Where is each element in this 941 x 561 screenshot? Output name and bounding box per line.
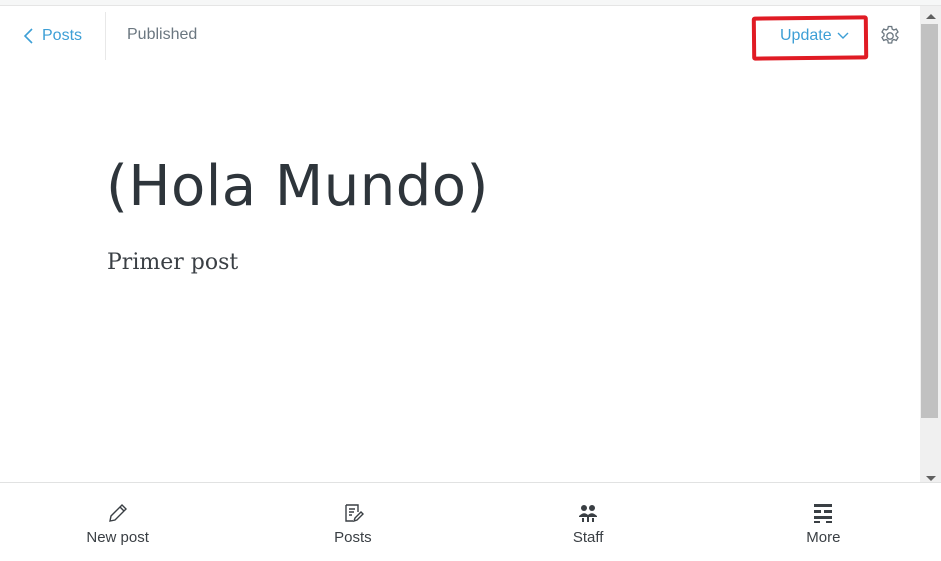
nav-more[interactable]: More	[706, 483, 941, 561]
nav-new-post[interactable]: New post	[0, 483, 235, 561]
post-title[interactable]: (Hola Mundo)	[106, 149, 489, 225]
more-icon	[814, 504, 833, 523]
posts-icon	[345, 504, 364, 523]
post-status: Published	[127, 26, 198, 43]
update-button[interactable]: Update	[780, 24, 849, 48]
post-content[interactable]: Primer post	[107, 250, 238, 275]
nav-more-label: More	[806, 529, 841, 546]
bottom-navigation: New post Posts Staff More	[0, 482, 941, 561]
nav-staff-label: Staff	[572, 529, 604, 546]
pencil-icon	[108, 504, 127, 522]
editor-toolbar: Posts Published Update	[0, 6, 920, 66]
update-button-label: Update	[780, 27, 832, 44]
back-to-posts-link[interactable]: Posts	[22, 24, 82, 48]
scroll-down-arrow-icon[interactable]	[926, 476, 936, 481]
staff-icon	[579, 505, 598, 522]
toolbar-divider	[105, 12, 106, 60]
settings-button[interactable]	[878, 24, 904, 50]
back-link-label: Posts	[42, 27, 83, 44]
gear-icon	[881, 25, 899, 44]
nav-posts-label: Posts	[334, 529, 372, 546]
post-editor: Posts Published Update (Hola Mundo) Prim…	[0, 6, 920, 482]
nav-posts[interactable]: Posts	[235, 483, 470, 561]
scroll-up-arrow-icon[interactable]	[926, 14, 936, 19]
nav-new-post-label: New post	[86, 529, 149, 546]
chevron-left-icon	[23, 28, 33, 44]
scrollbar-thumb[interactable]	[921, 24, 938, 418]
chevron-down-icon	[837, 32, 849, 39]
nav-staff[interactable]: Staff	[471, 483, 706, 561]
